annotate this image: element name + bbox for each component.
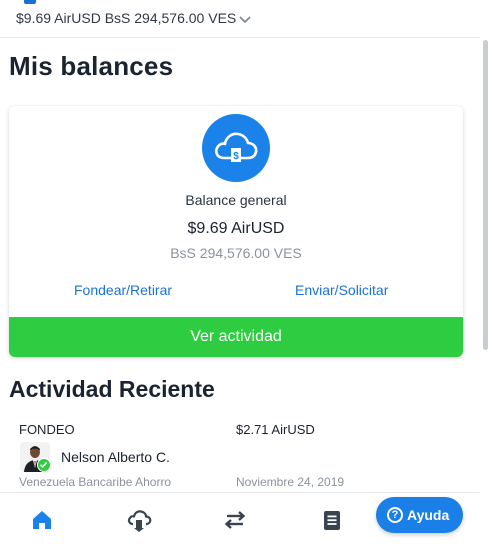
balance-card: $ Balance general $9.69 AirUSD BsS 294,5… — [9, 106, 463, 357]
activity-type: FONDEO — [19, 422, 75, 437]
header-accent — [24, 0, 36, 4]
scrollbar-thumb[interactable] — [483, 40, 488, 350]
activity-contact-name: Nelson Alberto C. — [61, 449, 170, 465]
balance-label: Balance general — [185, 192, 287, 208]
activity-bank: Venezuela Bancaribe Ahorro — [19, 475, 172, 489]
cloud-transfer-icon[interactable] — [126, 507, 152, 533]
activity-date: Noviembre 24, 2019 — [236, 475, 345, 489]
top-balance-bar[interactable]: $9.69 AirUSD BsS 294,576.00 VES — [0, 0, 480, 38]
chevron-down-icon[interactable] — [238, 12, 252, 26]
header-balance-summary: $9.69 AirUSD BsS 294,576.00 VES — [16, 10, 237, 26]
scrollbar[interactable] — [481, 0, 492, 550]
document-icon[interactable] — [319, 507, 345, 533]
fund-withdraw-link[interactable]: Fondear/Retirar — [74, 282, 172, 298]
page-title: Mis balances — [9, 51, 174, 81]
transfer-arrows-icon[interactable] — [222, 507, 248, 533]
verified-check-icon — [37, 458, 51, 472]
cloud-dollar-icon: $ — [202, 114, 270, 182]
help-button-label: Ayuda — [407, 507, 450, 523]
recent-activity-title: Actividad Reciente — [9, 376, 215, 402]
help-button[interactable]: ? Ayuda — [376, 497, 463, 533]
view-activity-button[interactable]: Ver actividad — [9, 317, 463, 357]
home-icon[interactable] — [29, 507, 55, 533]
svg-text:$: $ — [233, 151, 239, 162]
send-request-link[interactable]: Enviar/Solicitar — [295, 282, 388, 298]
question-icon: ? — [387, 507, 403, 523]
activity-amount: $2.71 AirUSD — [236, 422, 315, 437]
activity-item[interactable]: FONDEO $2.71 AirUSD Nelson Alberto C. Ve… — [0, 418, 480, 492]
balance-amount: $9.69 AirUSD — [187, 220, 285, 237]
balance-amount-ves: BsS 294,576.00 VES — [170, 245, 302, 261]
